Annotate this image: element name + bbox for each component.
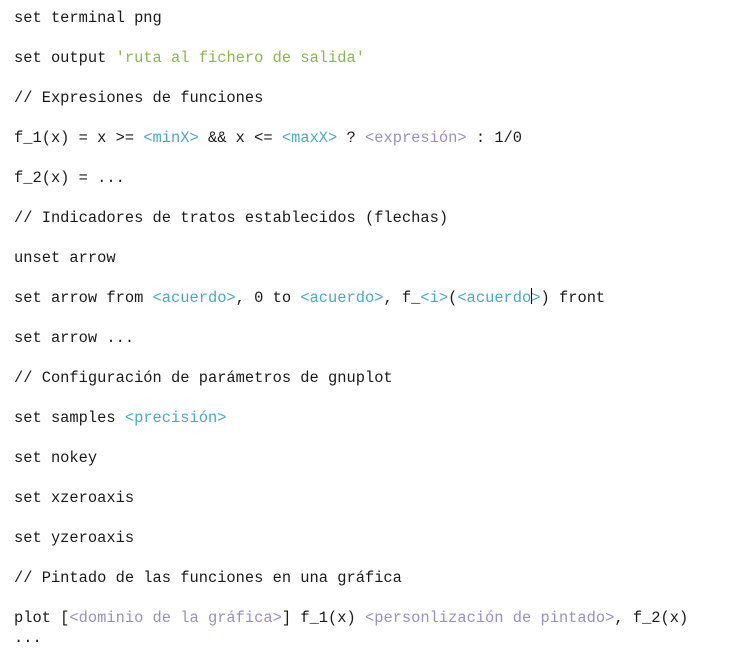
code-text: // Configuración de parámetros de gnuplo… bbox=[14, 369, 393, 387]
code-text: , 0 to bbox=[235, 289, 301, 307]
code-text: set yzeroaxis bbox=[14, 529, 135, 547]
code-text: // Pintado de las funciones en una gráfi… bbox=[14, 569, 402, 587]
code-document: set terminal png set output 'ruta al fich… bbox=[14, 8, 724, 648]
code-line: // Pintado de las funciones en una gráfi… bbox=[14, 568, 724, 588]
code-line: // Indicadores de tratos establecidos (f… bbox=[14, 208, 724, 228]
code-text: set xzeroaxis bbox=[14, 489, 135, 507]
code-line: f_2(x) = ... bbox=[14, 168, 724, 188]
code-text: set nokey bbox=[14, 449, 98, 467]
code-line: set nokey bbox=[14, 448, 724, 468]
code-text: set arrow from bbox=[14, 289, 153, 307]
placeholder-token: <maxX> bbox=[281, 129, 338, 147]
code-line: set arrow ... bbox=[14, 328, 724, 348]
code-text: set output bbox=[14, 49, 116, 67]
code-line: plot [<dominio de la gráfica>] f_1(x) <p… bbox=[14, 608, 724, 648]
code-text: ] f_1(x) bbox=[281, 609, 365, 627]
code-text: ) front bbox=[540, 289, 606, 307]
code-text: // Indicadores de tratos establecidos (f… bbox=[14, 209, 449, 227]
code-text: plot [ bbox=[14, 609, 70, 627]
code-text: : 1/0 bbox=[466, 129, 523, 147]
code-text: ( bbox=[448, 289, 458, 307]
code-line: f_1(x) = x >= <minX> && x <= <maxX> ? <e… bbox=[14, 128, 724, 148]
code-text: , f_ bbox=[383, 289, 421, 307]
placeholder-token: > bbox=[531, 289, 541, 307]
code-line: set xzeroaxis bbox=[14, 488, 724, 508]
code-text: ? bbox=[337, 129, 365, 147]
placeholder-token: <expresión> bbox=[365, 129, 467, 147]
placeholder-token: <i> bbox=[420, 289, 449, 307]
code-line: set terminal png bbox=[14, 8, 724, 28]
placeholder-token: <acuerdo> bbox=[300, 289, 384, 307]
placeholder-token: <precisión> bbox=[124, 409, 227, 427]
code-text: f_1(x) = x >= bbox=[14, 129, 144, 147]
code-line: // Expresiones de funciones bbox=[14, 88, 724, 108]
code-text: set arrow ... bbox=[14, 329, 135, 347]
code-line: set arrow from <acuerdo>, 0 to <acuerdo>… bbox=[14, 288, 724, 308]
code-text: unset arrow bbox=[14, 249, 116, 267]
placeholder-token: <personlización de pintado> bbox=[364, 609, 615, 627]
placeholder-token: <acuerdo bbox=[457, 289, 532, 307]
placeholder-token: <minX> bbox=[143, 129, 199, 147]
placeholder-token: <dominio de la gráfica> bbox=[69, 609, 282, 627]
code-line: set yzeroaxis bbox=[14, 528, 724, 548]
code-line: // Configuración de parámetros de gnuplo… bbox=[14, 368, 724, 388]
code-text: && x <= bbox=[198, 129, 282, 147]
code-line: unset arrow bbox=[14, 248, 724, 268]
code-text: // Expresiones de funciones bbox=[14, 89, 264, 107]
code-line: set samples <precisión> bbox=[14, 408, 724, 428]
string-literal: 'ruta al fichero de salida' bbox=[115, 49, 365, 67]
code-text: set terminal png bbox=[14, 9, 162, 27]
code-text: f_2(x) = ... bbox=[14, 169, 125, 187]
placeholder-token: <acuerdo> bbox=[152, 289, 236, 307]
code-text: set samples bbox=[14, 409, 125, 427]
code-line: set output 'ruta al fichero de salida' bbox=[14, 48, 724, 68]
